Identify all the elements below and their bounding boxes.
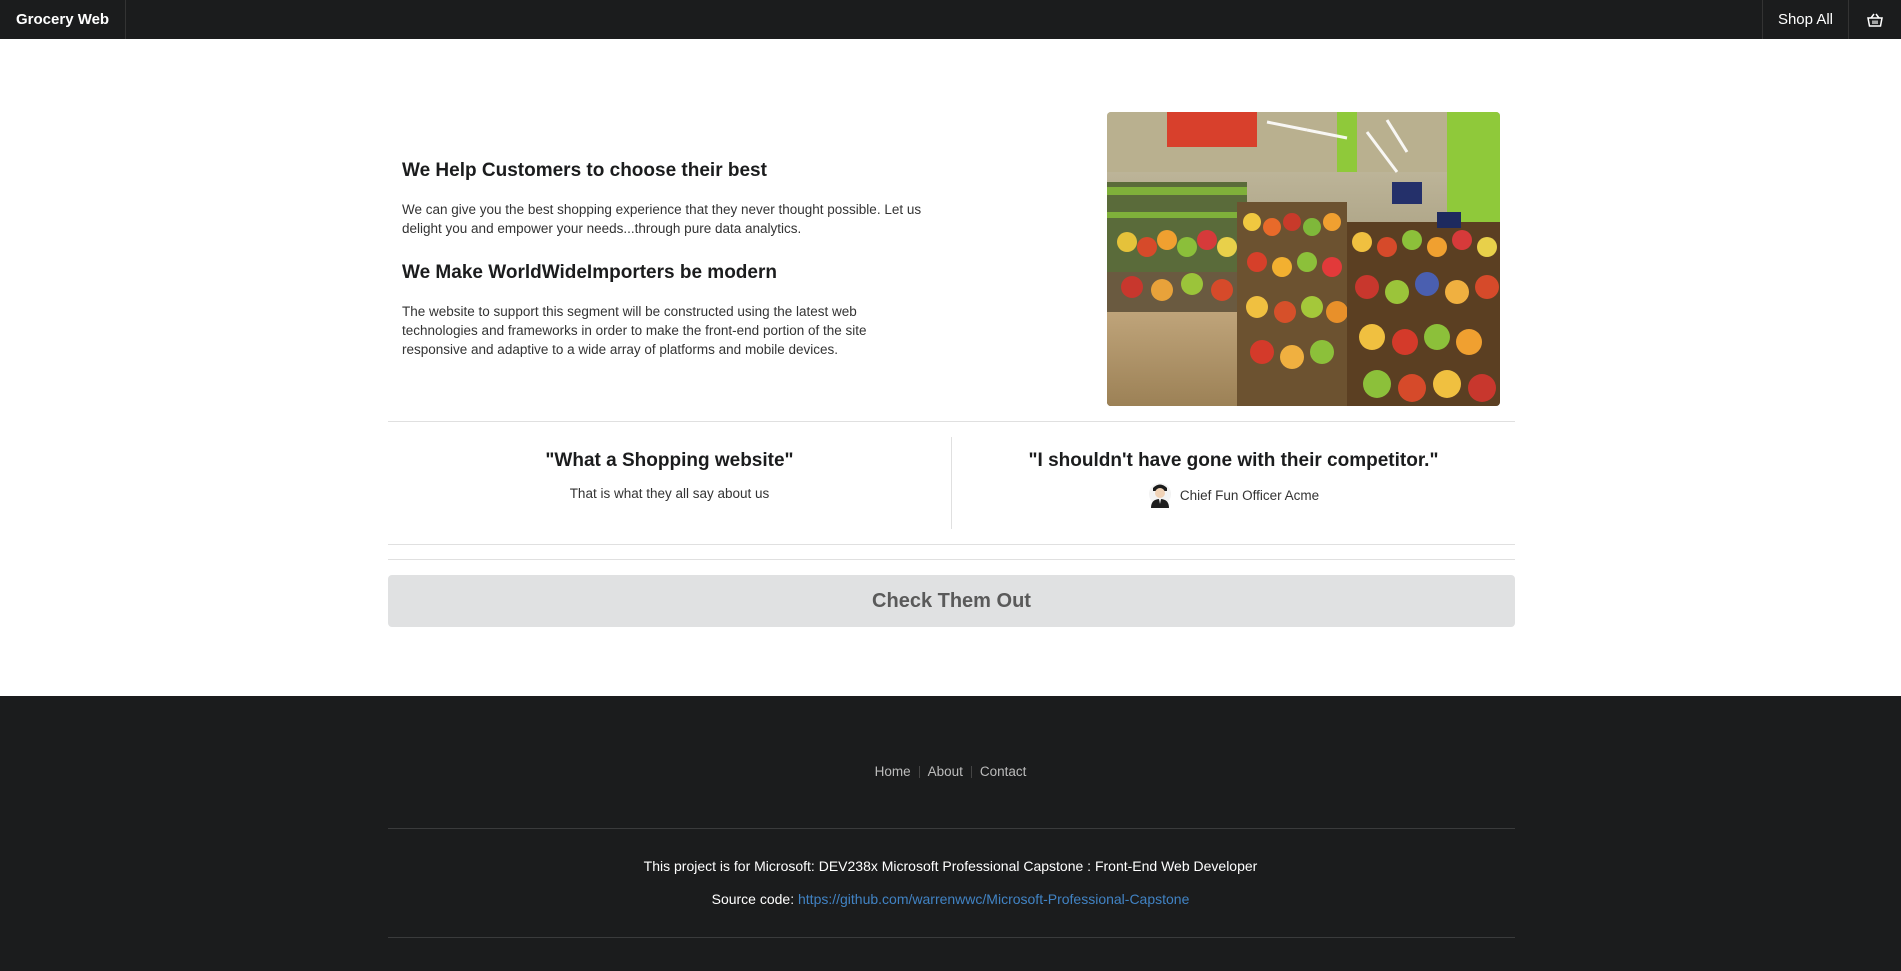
avatar	[1148, 483, 1171, 508]
footer-link-contact[interactable]: Contact	[980, 764, 1027, 779]
hero-text: We Help Customers to choose their best W…	[402, 160, 942, 383]
hero-heading-2: We Make WorldWideImporters be modern	[402, 262, 777, 283]
hero-paragraph-2: The website to support this segment will…	[402, 304, 867, 357]
divider	[388, 544, 1515, 545]
footer-divider	[388, 937, 1515, 938]
footer: Home About Contact This project is for Mic…	[0, 696, 1901, 971]
footer-link-about[interactable]: About	[928, 764, 963, 779]
footer-source-label: Source code:	[711, 891, 795, 907]
quote-left-text: That is what they all say about us	[569, 486, 770, 501]
divider	[388, 559, 1515, 560]
footer-divider	[388, 828, 1515, 829]
footer-source-link[interactable]: https://github.com/warrenwwc/Microsoft-P…	[798, 891, 1189, 907]
footer-project-text: This project is for Microsoft: DEV238x M…	[643, 858, 1258, 874]
quote-left-title: "What a Shopping website"	[545, 450, 794, 471]
footer-links: Home About Contact	[0, 764, 1901, 779]
quote-author: Chief Fun Officer Acme	[1148, 482, 1319, 508]
quote-left: "What a Shopping website" That is what t…	[388, 436, 951, 501]
divider	[388, 421, 1515, 422]
footer-link-home[interactable]: Home	[875, 764, 911, 779]
shopping-basket-icon	[1867, 13, 1883, 27]
cart-button[interactable]	[1848, 0, 1901, 39]
quote-right: "I shouldn't have gone with their compet…	[952, 436, 1515, 513]
footer-separator	[918, 766, 920, 779]
footer-source: Source code: https://github.com/warrenww…	[0, 891, 1901, 907]
grocery-store-image	[1107, 112, 1500, 406]
quote-right-title: "I shouldn't have gone with their compet…	[1028, 450, 1439, 471]
check-them-out-button[interactable]: Check Them Out	[388, 575, 1515, 627]
hero-paragraph-1: We can give you the best shopping experi…	[402, 202, 922, 236]
top-nav: Grocery Web Shop All	[0, 0, 1901, 39]
quote-author-name: Chief Fun Officer Acme	[1179, 487, 1320, 503]
hero-heading-1: We Help Customers to choose their best	[402, 160, 767, 181]
brand-link[interactable]: Grocery Web	[0, 0, 127, 39]
shop-all-link[interactable]: Shop All	[1761, 0, 1848, 39]
footer-separator	[970, 766, 972, 779]
